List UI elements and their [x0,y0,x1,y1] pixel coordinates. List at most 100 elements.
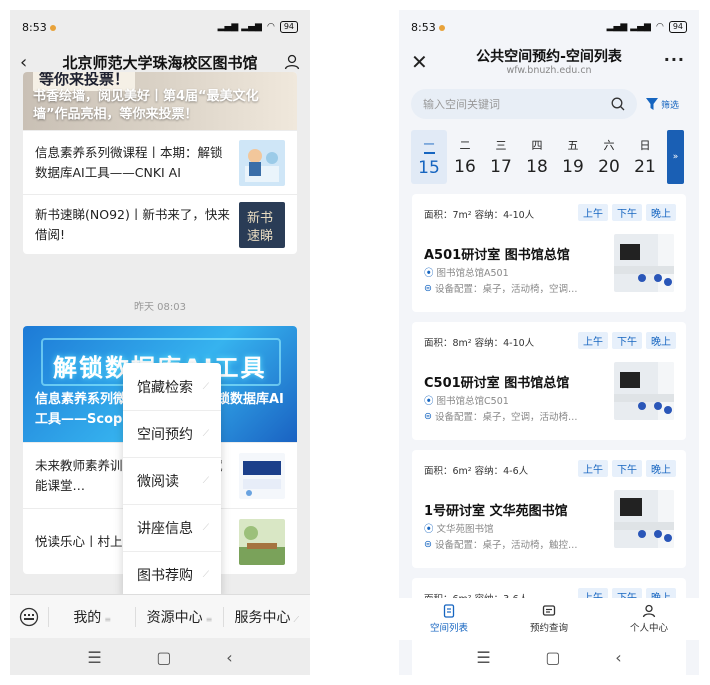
list-item-title: 新书速睇(NO92)丨新书来了，快来借阅! [35,206,230,242]
equipment-icon: ⊜ [424,282,432,294]
tab-space-list[interactable]: 空间列表 [399,598,499,640]
date-item[interactable]: 三 17 [483,130,519,184]
date-item-selected[interactable]: 一 15 [411,130,447,184]
weekday-label: 六 [603,139,615,152]
slot-afternoon[interactable]: 下午 [612,204,642,221]
tab-label: 预约查询 [529,623,568,634]
right-phone-screen: 8:53 ▂▄▆ ▂▄▆ ◠ 94 ✕ 公共空间预约-空间列表 wfw.bnuz… [399,10,699,675]
location-text: 图书馆总馆A501 [436,268,509,279]
link-icon: ⟋ [293,614,300,624]
link-icon: ⟋ [202,570,209,580]
weekday-label: 二 [459,139,471,152]
status-time: 8:53 [411,20,436,34]
slot-morning[interactable]: 上午 [578,332,608,349]
home-icon[interactable]: ▢ [545,648,560,667]
slot-afternoon[interactable]: 下午 [612,332,642,349]
back-nav-icon[interactable]: ‹ [615,648,621,667]
tab-resource-center[interactable]: 资源中心 ≡ [135,606,222,627]
recent-apps-icon[interactable]: ☰ [87,648,101,667]
list-item[interactable]: 信息素养系列微课程丨本期：解锁数据库AI工具——CNKI AI [23,130,297,194]
home-icon[interactable]: ▢ [156,648,171,667]
article-banner[interactable]: 等你来投票！ 书香绘墙，阅见美好丨第4届“最美文化墙”作品亮相，等你来投票！ [23,72,297,130]
chevron-down-icon: » [672,152,679,162]
search-row: 输入空间关键词 筛选 [411,88,691,120]
tab-label: 空间列表 [429,623,468,634]
room-meta: 面积：6m² 容纳：4-6人 [424,466,529,477]
slot-morning[interactable]: 上午 [578,204,608,221]
room-location: ⦿ 图书馆总馆C501 [424,393,509,407]
filter-label: 筛选 [661,100,680,111]
room-meta: 面积：8m² 容纳：4-10人 [424,338,535,349]
weekday-label: 五 [567,139,579,152]
slot-evening[interactable]: 晚上 [646,460,676,477]
filter-button[interactable]: 筛选 [645,97,679,111]
equipment-icon: ⊜ [424,410,432,422]
room-card[interactable]: 面积：8m² 容纳：4-10人 上午 下午 晚上 C501研讨室 图书馆总馆 ⦿… [412,322,686,440]
slot-afternoon[interactable]: 下午 [612,460,642,477]
more-icon[interactable]: ··· [664,50,685,69]
tab-label: 服务中心 [234,609,291,626]
date-item[interactable]: 二 16 [447,130,483,184]
status-icons: ▂▄▆ ▂▄▆ ◠ 94 [607,21,687,33]
room-photo [614,490,674,548]
date-item[interactable]: 日 21 [627,130,663,184]
profile-icon[interactable] [278,54,300,70]
location-pin-icon: ⦿ [424,268,434,279]
menu-item-book-recommend[interactable]: 图书荐购 ⟋ [123,551,221,598]
link-icon: ⟋ [202,476,209,486]
search-icon[interactable] [611,97,625,111]
date-label: 18 [526,157,548,177]
room-meta: 面积：7m² 容纳：4-10人 [424,210,535,221]
location-pin-icon: ⦿ [424,396,434,407]
room-location: ⦿ 文华苑图书馆 [424,521,494,535]
keyboard-icon[interactable] [10,607,48,627]
menu-item-collection-search[interactable]: 馆藏检索 ⟋ [123,363,221,410]
recent-apps-icon[interactable]: ☰ [476,648,490,667]
room-card[interactable]: 面积：7m² 容纳：4-10人 上午 下午 晚上 A501研讨室 图书馆总馆 ⦿… [412,194,686,312]
tab-mine[interactable]: 我的 ≡ [48,606,135,627]
date-item[interactable]: 四 18 [519,130,555,184]
menu-item-label: 空间预约 [137,427,193,443]
banner-caption: 书香绘墙，阅见美好丨第4届“最美文化墙”作品亮相，等你来投票！ [33,89,259,122]
date-label: 17 [490,157,512,177]
location-text: 文华苑图书馆 [436,524,494,535]
menu-item-space-booking[interactable]: 空间预约 ⟋ [123,410,221,457]
tab-service-center[interactable]: 服务中心 ⟋ [222,606,310,627]
date-label: 15 [418,158,440,178]
room-photo [614,362,674,420]
search-input[interactable]: 输入空间关键词 [411,89,637,119]
page-header: ✕ 公共空间预约-空间列表 wfw.bnuzh.edu.cn ··· [399,44,699,84]
back-nav-icon[interactable]: ‹ [226,648,232,667]
menu-item-lectures[interactable]: 讲座信息 ⟋ [123,504,221,551]
date-item[interactable]: 六 20 [591,130,627,184]
weekday-label: 一 [423,136,435,154]
back-icon[interactable]: ‹ [20,52,42,73]
room-card[interactable]: 面积：6m² 容纳：4-6人 上午 下午 晚上 1号研讨室 文华苑图书馆 ⦿ 文华… [412,450,686,568]
svg-text:新书: 新书 [247,210,273,226]
article-thumbnail [239,518,285,565]
tab-label: 资源中心 [146,609,203,626]
slot-morning[interactable]: 上午 [578,460,608,477]
room-name: A501研讨室 图书馆总馆 [424,248,570,263]
slot-evening[interactable]: 晚上 [646,204,676,221]
weekday-label: 三 [495,139,507,152]
expand-calendar-button[interactable]: » [667,130,684,184]
list-item-title: 信息素养系列微课程丨本期：解锁数据库AI工具——CNKI AI [35,144,223,180]
date-item[interactable]: 五 19 [555,130,591,184]
date-label: 20 [598,157,620,177]
list-item[interactable]: 新书速睇(NO92)丨新书来了，快来借阅! 新书 速睇 [23,194,297,254]
equipment-text: 设备配置：桌子，空调，活动椅… [434,412,578,423]
link-icon: ⟋ [202,523,209,533]
menu-item-micro-reading[interactable]: 微阅读 ⟋ [123,457,221,504]
wifi-icon: ◠ [266,22,275,32]
slot-evening[interactable]: 晚上 [646,332,676,349]
status-bar: 8:53 ▂▄▆ ▂▄▆ ◠ 94 [399,10,699,44]
date-label: 16 [454,157,476,177]
equipment-text: 设备配置：桌子，活动椅，空调… [434,284,578,295]
article-thumbnail [239,139,285,186]
document-list-icon [443,604,455,618]
tab-personal-center[interactable]: 个人中心 [599,598,699,640]
room-equipment: ⊜ 设备配置：桌子，活动椅，空调… [424,281,578,296]
status-icons: ▂▄▆ ▂▄▆ ◠ 94 [218,21,298,33]
tab-booking-query[interactable]: 预约查询 [499,598,599,640]
